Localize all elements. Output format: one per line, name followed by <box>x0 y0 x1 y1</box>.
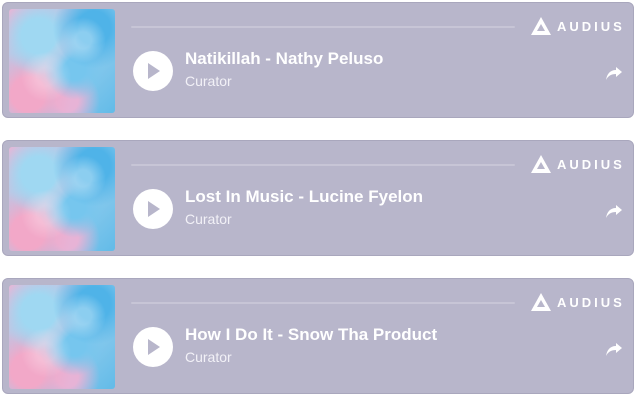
progress-bar[interactable] <box>131 164 515 166</box>
album-art[interactable] <box>9 147 115 251</box>
play-button[interactable] <box>133 327 173 367</box>
audius-logo[interactable]: AUDIUS <box>531 17 625 35</box>
artist-name[interactable]: Curator <box>185 73 232 89</box>
share-button[interactable] <box>604 339 624 359</box>
play-icon <box>148 201 160 217</box>
play-icon <box>148 63 160 79</box>
play-button[interactable] <box>133 51 173 91</box>
brand-name: AUDIUS <box>557 18 625 34</box>
audius-logo-icon <box>531 155 551 173</box>
brand-name: AUDIUS <box>557 294 625 310</box>
play-icon <box>148 339 160 355</box>
track-embed-card: How I Do It - Snow Tha Product Curator A… <box>2 278 634 394</box>
audius-logo-icon <box>531 293 551 311</box>
track-title[interactable]: How I Do It - Snow Tha Product <box>185 325 437 345</box>
track-embed-card: Lost In Music - Lucine Fyelon Curator AU… <box>2 140 634 256</box>
progress-bar[interactable] <box>131 302 515 304</box>
audius-logo-icon <box>531 17 551 35</box>
track-embed-card: Natikillah - Nathy Peluso Curator AUDIUS <box>2 2 634 118</box>
artist-name[interactable]: Curator <box>185 211 232 227</box>
audius-logo[interactable]: AUDIUS <box>531 293 625 311</box>
share-icon <box>606 205 622 218</box>
progress-bar[interactable] <box>131 26 515 28</box>
album-art[interactable] <box>9 285 115 389</box>
album-art[interactable] <box>9 9 115 113</box>
share-button[interactable] <box>604 201 624 221</box>
audius-logo[interactable]: AUDIUS <box>531 155 625 173</box>
brand-name: AUDIUS <box>557 156 625 172</box>
play-button[interactable] <box>133 189 173 229</box>
track-title[interactable]: Natikillah - Nathy Peluso <box>185 49 383 69</box>
share-icon <box>606 343 622 356</box>
share-button[interactable] <box>604 63 624 83</box>
track-title[interactable]: Lost In Music - Lucine Fyelon <box>185 187 423 207</box>
artist-name[interactable]: Curator <box>185 349 232 365</box>
share-icon <box>606 67 622 80</box>
